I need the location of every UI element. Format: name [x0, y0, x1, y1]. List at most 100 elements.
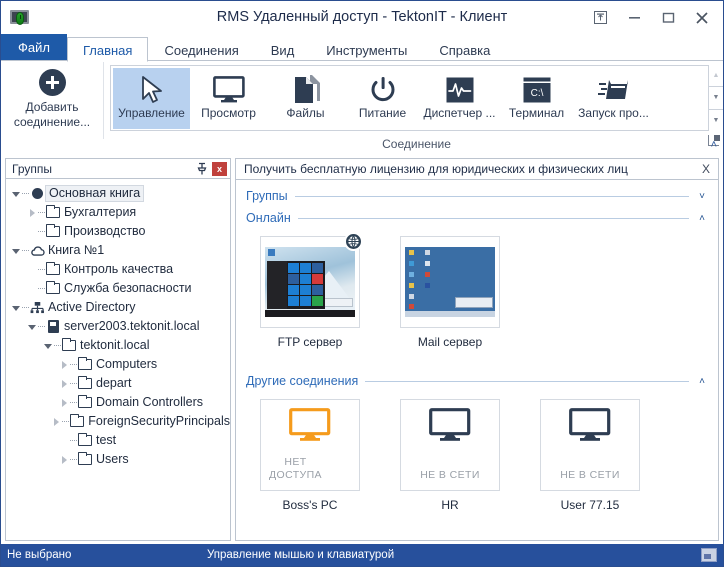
- connection-status-box[interactable]: НЕ В СЕТИ: [400, 399, 500, 491]
- section-divider: [298, 218, 689, 219]
- folder-icon: [77, 454, 93, 465]
- ribbon-button-control[interactable]: Управление: [113, 68, 190, 129]
- ribbon-collapse-chevron-icon[interactable]: ˄: [711, 139, 717, 151]
- tree-connector: [38, 326, 45, 327]
- expander-right-icon[interactable]: [58, 361, 70, 369]
- connection-tile-user-7715[interactable]: НЕ В СЕТИ User 77.15: [540, 399, 640, 512]
- close-icon[interactable]: [685, 4, 719, 32]
- connection-thumbnail[interactable]: [400, 236, 500, 328]
- expander-down-icon[interactable]: [10, 191, 22, 196]
- tree-node[interactable]: Контроль качества: [10, 260, 230, 279]
- tree-node[interactable]: Основная книга: [10, 184, 230, 203]
- chevron-down-icon[interactable]: ˅: [696, 191, 708, 202]
- pin-icon[interactable]: [195, 162, 209, 176]
- tab-home[interactable]: Главная: [67, 37, 148, 62]
- ribbon-options-icon[interactable]: [583, 4, 617, 32]
- tree-node-label: Users: [96, 452, 129, 467]
- section-divider: [365, 381, 689, 382]
- tree-node[interactable]: Производство: [10, 222, 230, 241]
- expander-right-icon[interactable]: [26, 209, 38, 217]
- tree-connector: [38, 288, 45, 289]
- expander-right-icon[interactable]: [58, 399, 70, 407]
- tree-node[interactable]: tektonit.local: [10, 336, 230, 355]
- connection-status-box[interactable]: НЕТ ДОСТУПА: [260, 399, 360, 491]
- tree-node-label: Книга №1: [48, 243, 104, 258]
- tree-node[interactable]: test: [10, 431, 230, 450]
- connection-status-box[interactable]: НЕ В СЕТИ: [540, 399, 640, 491]
- connection-tile-caption: User 77.15: [540, 498, 640, 512]
- folder-icon: [77, 359, 93, 370]
- connection-tile-hr[interactable]: НЕ В СЕТИ HR: [400, 399, 500, 512]
- ribbon-button-terminal[interactable]: C:\ Терминал: [498, 68, 575, 129]
- tree-node[interactable]: Active Directory: [10, 298, 230, 317]
- resize-grip-icon[interactable]: [701, 548, 717, 562]
- files-icon: [292, 73, 320, 107]
- ribbon-button-task-manager[interactable]: Диспетчер ...: [421, 68, 498, 129]
- tree-connector: [38, 212, 45, 213]
- tree-connector: [70, 383, 77, 384]
- expander-right-icon[interactable]: [58, 456, 70, 464]
- chevron-up-icon[interactable]: ˄: [696, 213, 708, 224]
- tree-node[interactable]: ForeignSecurityPrincipals: [10, 412, 230, 431]
- add-connection-label-line2: соединение...: [14, 115, 90, 129]
- status-bar: Не выбрано Управление мышью и клавиатуро…: [1, 544, 723, 566]
- tree-node[interactable]: server2003.tektonit.local: [10, 317, 230, 336]
- license-banner-close-icon[interactable]: X: [702, 162, 710, 176]
- tab-file[interactable]: Файл: [1, 34, 67, 61]
- tab-connections[interactable]: Соединения: [148, 37, 254, 62]
- tree-node-label: Основная книга: [45, 185, 144, 202]
- expander-down-icon[interactable]: [42, 343, 54, 348]
- tab-view[interactable]: Вид: [255, 37, 311, 62]
- ribbon-button-power[interactable]: Питание: [344, 68, 421, 129]
- license-banner[interactable]: Получить бесплатную лицензию для юридиче…: [235, 158, 719, 180]
- tab-help[interactable]: Справка: [423, 37, 506, 62]
- task-manager-icon: [446, 73, 474, 107]
- tree-node[interactable]: Книга №1: [10, 241, 230, 260]
- ribbon-button-view-label: Просмотр: [201, 107, 256, 120]
- ribbon-scroll-down[interactable]: ▼: [709, 87, 723, 109]
- connection-tile-ftp[interactable]: FTP сервер: [260, 236, 360, 349]
- ribbon-scroll-spinners: ▲ ▼ ▼: [708, 65, 723, 131]
- connection-tile-mail[interactable]: Mail сервер: [400, 236, 500, 349]
- tree-connector: [62, 421, 69, 422]
- tab-tools[interactable]: Инструменты: [310, 37, 423, 62]
- minimize-icon[interactable]: [617, 4, 651, 32]
- chevron-up-icon[interactable]: ˄: [696, 376, 708, 387]
- section-groups[interactable]: Группы ˅: [246, 186, 708, 206]
- ribbon-button-files-label: Файлы: [286, 107, 324, 120]
- section-other-connections-title: Другие соединения: [246, 374, 358, 388]
- ribbon-button-view[interactable]: Просмотр: [190, 68, 267, 129]
- connection-thumbnail[interactable]: [260, 236, 360, 328]
- tree-node[interactable]: Бухгалтерия: [10, 203, 230, 222]
- tree-connector: [70, 440, 77, 441]
- monitor-mouse-icon: [9, 8, 31, 28]
- expander-down-icon[interactable]: [26, 324, 38, 329]
- section-other-connections[interactable]: Другие соединения ˄: [246, 371, 708, 391]
- ribbon-button-files[interactable]: Файлы: [267, 68, 344, 129]
- add-connection-button[interactable]: Добавить соединение...: [1, 61, 104, 139]
- ribbon-group-title: Соединение: [110, 131, 723, 151]
- section-online[interactable]: Онлайн ˄: [246, 208, 708, 228]
- expander-down-icon[interactable]: [10, 305, 22, 310]
- ribbon-scroll-more[interactable]: ▼: [709, 110, 723, 131]
- expander-right-icon[interactable]: [58, 380, 70, 388]
- connection-tile-boss-pc[interactable]: НЕТ ДОСТУПА Boss's PC: [260, 399, 360, 512]
- folder-icon: [45, 226, 61, 237]
- tree-node[interactable]: Computers: [10, 355, 230, 374]
- section-groups-title: Группы: [246, 189, 288, 203]
- tree-node[interactable]: Domain Controllers: [10, 393, 230, 412]
- ribbon: Добавить соединение... Управление Просмо…: [1, 60, 723, 155]
- tree-node-label: Domain Controllers: [96, 395, 203, 410]
- expander-down-icon[interactable]: [10, 248, 22, 253]
- maximize-icon[interactable]: [651, 4, 685, 32]
- groups-panel-close-button[interactable]: x: [212, 162, 227, 176]
- tree-node[interactable]: Служба безопасности: [10, 279, 230, 298]
- expander-right-icon[interactable]: [50, 418, 62, 426]
- tree-node[interactable]: depart: [10, 374, 230, 393]
- tree-node[interactable]: Users: [10, 450, 230, 469]
- ribbon-scroll-up[interactable]: ▲: [709, 65, 723, 87]
- other-tiles: НЕТ ДОСТУПА Boss's PC НЕ В СЕТ: [246, 393, 708, 512]
- tree-node-label: Computers: [96, 357, 157, 372]
- ribbon-button-run-program[interactable]: Запуск про...: [575, 68, 652, 129]
- groups-tree[interactable]: Основная книгаБухгалтерияПроизводство Кни…: [5, 179, 231, 541]
